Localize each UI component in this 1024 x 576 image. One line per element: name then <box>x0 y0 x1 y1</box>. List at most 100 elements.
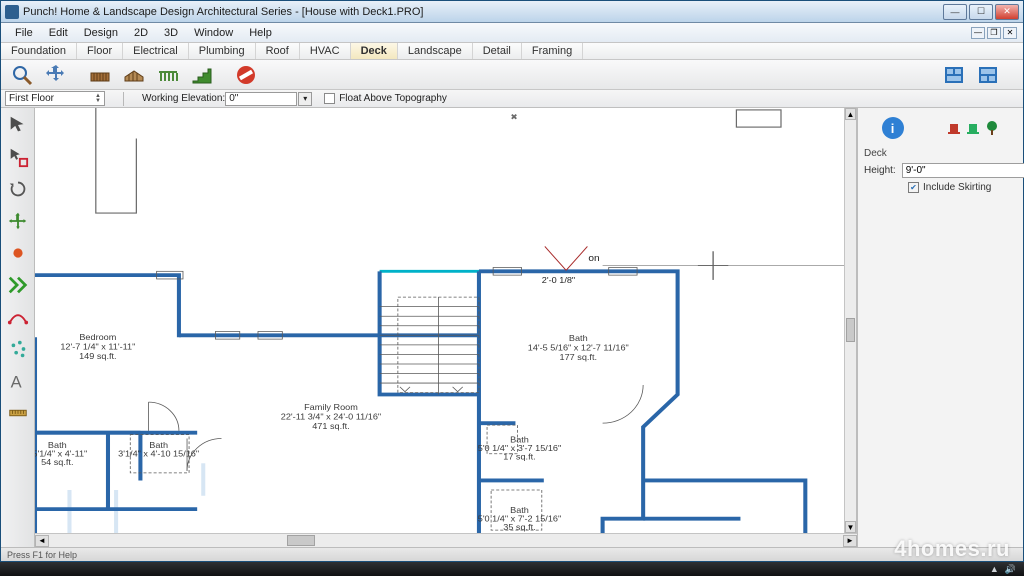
titlebar: Punch! Home & Landscape Design Architect… <box>1 1 1023 23</box>
drawing-canvas[interactable]: × <box>35 108 857 533</box>
property-panel: i Deck Height: ✔ Include Skirting <box>857 108 1023 547</box>
svg-text:Bedroom: Bedroom <box>79 332 116 342</box>
info-button[interactable]: i <box>882 117 904 139</box>
menu-design[interactable]: Design <box>76 25 126 41</box>
tray-volume-icon: 🔊 <box>1005 564 1016 575</box>
tray-flag-icon: ▲ <box>990 564 999 575</box>
menu-edit[interactable]: Edit <box>41 25 76 41</box>
float-checkbox[interactable] <box>324 93 335 104</box>
tab-roof[interactable]: Roof <box>256 43 300 59</box>
mdi-minimize-button[interactable]: — <box>971 27 985 39</box>
tab-hvac[interactable]: HVAC <box>300 43 351 59</box>
elev-label: Working Elevation: <box>142 93 225 104</box>
stairs-icon <box>190 63 214 87</box>
green-spray-icon <box>7 338 29 360</box>
svg-text:Bath: Bath <box>569 333 588 343</box>
snap-label: on <box>588 253 599 264</box>
mdi-restore-button[interactable]: ❐ <box>987 27 1001 39</box>
scroll-right-button[interactable]: ► <box>843 535 857 547</box>
menu-help[interactable]: Help <box>241 25 280 41</box>
elev-dropdown-button[interactable]: ▾ <box>298 92 312 106</box>
rotate-tool-button[interactable] <box>5 176 31 202</box>
view-mode-split-button[interactable] <box>973 62 1003 88</box>
no-symbol-icon <box>234 63 258 87</box>
view-mode-2d-button[interactable] <box>939 62 969 88</box>
skirting-label: Include Skirting <box>923 182 991 193</box>
zoom-tool-button[interactable] <box>7 62 37 88</box>
curve-tool-button[interactable] <box>5 304 31 330</box>
pan-tool-button[interactable] <box>41 62 71 88</box>
category-tabs: Foundation Floor Electrical Plumbing Roo… <box>1 43 1023 60</box>
scroll-down-button[interactable]: ▼ <box>845 521 856 533</box>
divider <box>123 92 124 106</box>
svg-text:17 sq.ft.: 17 sq.ft. <box>503 452 535 462</box>
rotate-icon <box>7 178 29 200</box>
os-taskbar: ▲ 🔊 <box>0 562 1024 576</box>
tab-framing[interactable]: Framing <box>522 43 583 59</box>
menu-2d[interactable]: 2D <box>126 25 156 41</box>
horizontal-scrollbar[interactable]: ◄ ► <box>35 533 857 547</box>
close-button[interactable]: ✕ <box>995 4 1019 20</box>
deck-draw-button[interactable] <box>85 62 115 88</box>
mdi-close-button[interactable]: ✕ <box>1003 27 1017 39</box>
scroll-left-button[interactable]: ◄ <box>35 535 49 547</box>
measure-tool-button[interactable] <box>5 400 31 426</box>
pan-arrows-icon <box>44 63 68 87</box>
cursor-icon <box>7 114 29 136</box>
red-curve-icon <box>7 306 29 328</box>
svg-text:14'-5 5/16" x 12'-7 11/16": 14'-5 5/16" x 12'-7 11/16" <box>528 343 629 353</box>
svg-text:×: × <box>511 112 516 122</box>
select-tool-button[interactable] <box>5 112 31 138</box>
svg-text:12'-7 1/4" x 11'-11": 12'-7 1/4" x 11'-11" <box>60 342 135 352</box>
svg-text:A: A <box>10 373 21 391</box>
deck-stairs-button[interactable] <box>187 62 217 88</box>
svg-text:35 sq.ft.: 35 sq.ft. <box>503 522 535 532</box>
svg-text:149 sq.ft.: 149 sq.ft. <box>79 351 117 361</box>
deck-panel-button[interactable] <box>119 62 149 88</box>
tab-floor[interactable]: Floor <box>77 43 123 59</box>
height-input[interactable] <box>902 163 1024 178</box>
text-tool-button[interactable]: A <box>5 368 31 394</box>
height-label: Height: <box>864 165 896 176</box>
deck-draw-icon <box>88 63 112 87</box>
tab-deck[interactable]: Deck <box>351 43 398 59</box>
text-a-icon: A <box>7 370 29 392</box>
move-tool-button[interactable] <box>5 208 31 234</box>
h-scroll-thumb[interactable] <box>287 535 315 546</box>
tab-landscape[interactable]: Landscape <box>398 43 473 59</box>
status-bar: Press F1 for Help <box>1 547 1023 561</box>
elev-input[interactable]: 0" <box>225 92 297 106</box>
tab-plumbing[interactable]: Plumbing <box>189 43 256 59</box>
svg-text:54 sq.ft.: 54 sq.ft. <box>41 457 73 467</box>
record-tool-button[interactable] <box>5 240 31 266</box>
tab-foundation[interactable]: Foundation <box>1 43 77 59</box>
dimension-tool-button[interactable] <box>5 272 31 298</box>
stepper-icon: ▲▼ <box>95 94 101 104</box>
tab-electrical[interactable]: Electrical <box>123 43 189 59</box>
tab-detail[interactable]: Detail <box>473 43 522 59</box>
floor-select[interactable]: First Floor ▲▼ <box>5 91 105 106</box>
spray-tool-button[interactable] <box>5 336 31 362</box>
app-window: Punch! Home & Landscape Design Architect… <box>0 0 1024 562</box>
maximize-button[interactable]: ☐ <box>969 4 993 20</box>
deck-toolbar <box>1 60 1023 90</box>
select-group-button[interactable] <box>5 144 31 170</box>
menu-file[interactable]: File <box>7 25 41 41</box>
measure-readout: 2'-0 1/8" <box>542 275 575 285</box>
skirting-checkbox[interactable]: ✔ <box>908 182 919 193</box>
magnifier-icon <box>10 63 34 87</box>
minimize-button[interactable]: — <box>943 4 967 20</box>
red-dot-icon <box>7 242 29 264</box>
menu-window[interactable]: Window <box>186 25 241 41</box>
floor-select-value: First Floor <box>9 93 54 104</box>
object-palette[interactable] <box>946 120 1000 136</box>
deck-railing-button[interactable] <box>153 62 183 88</box>
deck-delete-button[interactable] <box>231 62 261 88</box>
vertical-scrollbar[interactable]: ▲ ▼ <box>844 108 856 533</box>
v-scroll-thumb[interactable] <box>846 318 855 342</box>
svg-text:471 sq.ft.: 471 sq.ft. <box>312 421 350 431</box>
svg-text:Family Room: Family Room <box>304 402 358 412</box>
svg-text:22'-11 3/4" x 24'-0 11/16": 22'-11 3/4" x 24'-0 11/16" <box>281 412 381 422</box>
scroll-up-button[interactable]: ▲ <box>845 108 856 120</box>
menu-3d[interactable]: 3D <box>156 25 186 41</box>
